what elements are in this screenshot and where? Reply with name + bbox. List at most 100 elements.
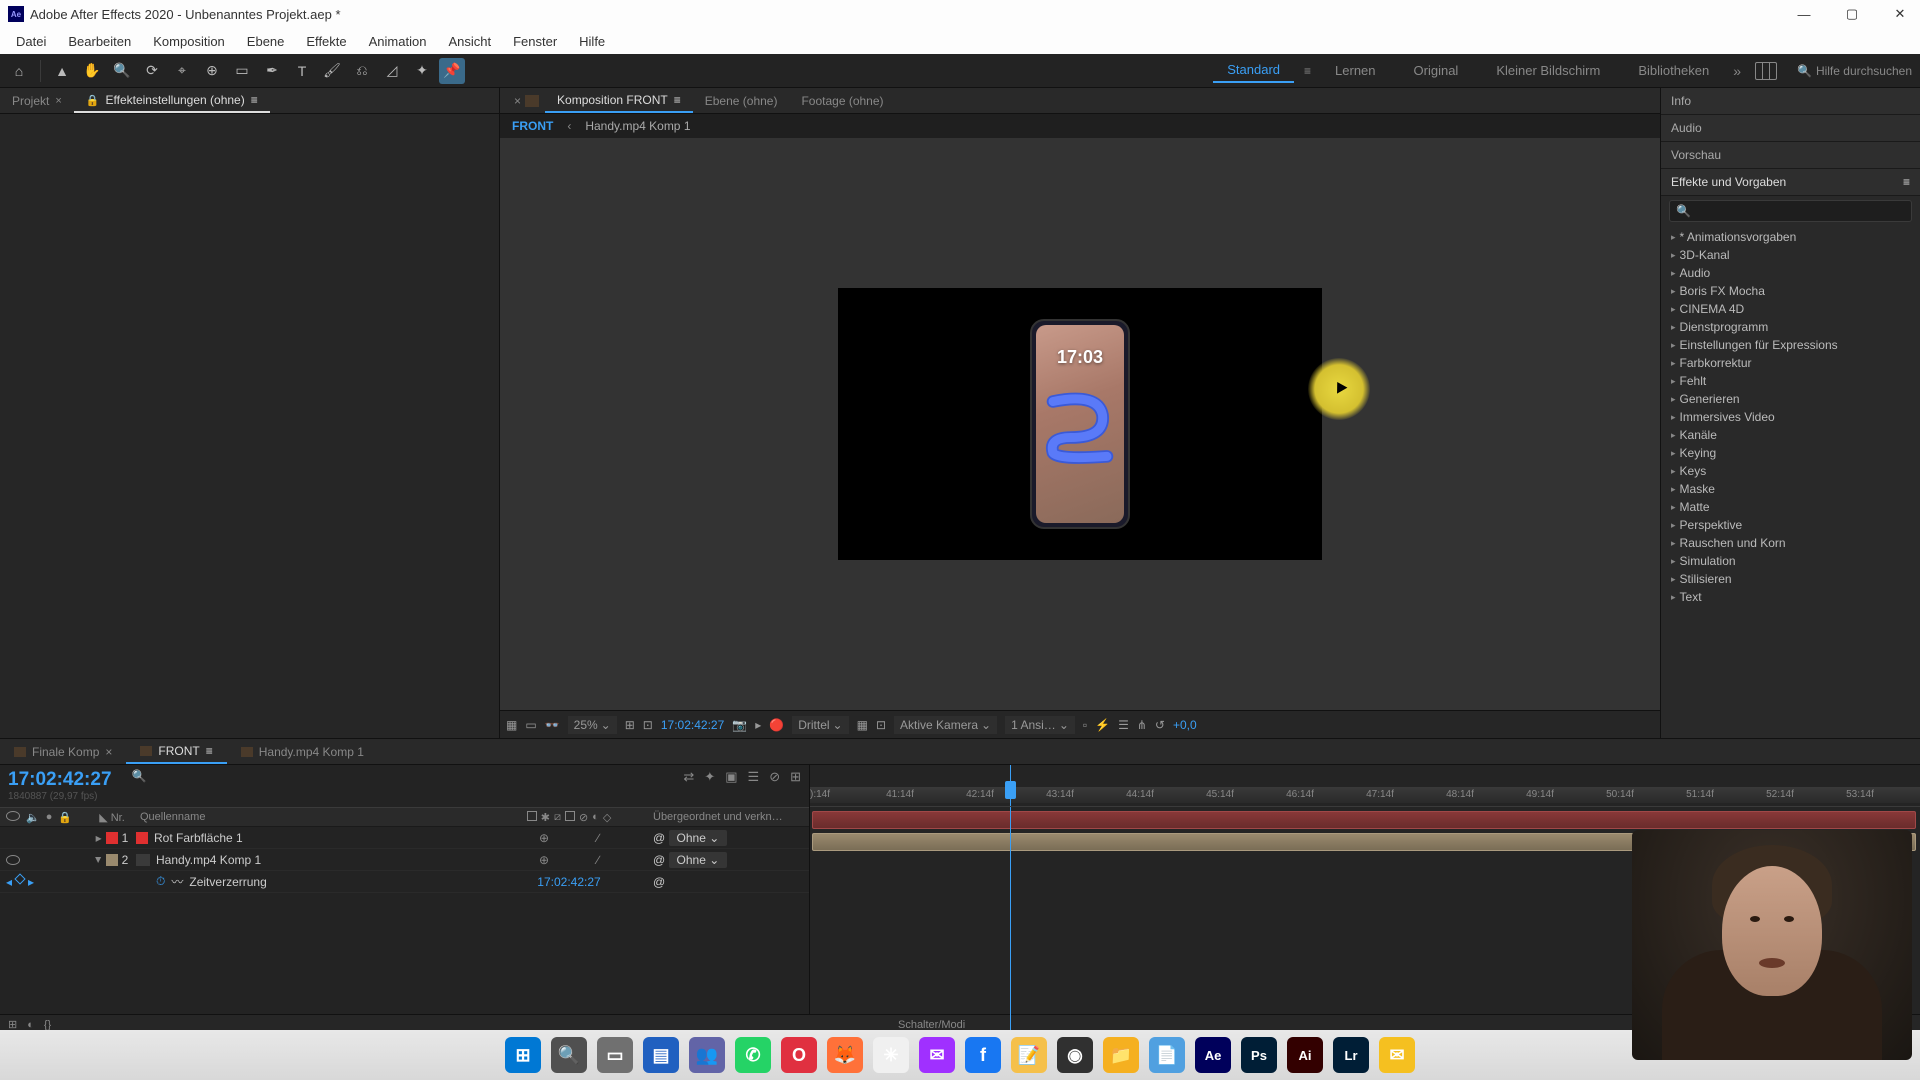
parent-select[interactable]: Ohne ⌄	[669, 830, 728, 846]
parent-pickwhip-icon[interactable]: @	[653, 853, 665, 867]
menu-datei[interactable]: Datei	[6, 32, 56, 51]
composition-tab[interactable]: Komposition FRONT ≡	[545, 89, 693, 113]
expand-icon[interactable]	[96, 831, 102, 845]
preview-panel-tab[interactable]: Vorschau	[1661, 142, 1920, 169]
menu-ebene[interactable]: Ebene	[237, 32, 295, 51]
text-tool-icon[interactable]: T	[289, 58, 315, 84]
effects-category[interactable]: ▸Kanäle	[1661, 426, 1920, 444]
region-icon[interactable]: ⊡	[876, 718, 886, 732]
menu-icon[interactable]: ≡	[251, 93, 258, 107]
adjust-icon[interactable]: ◐	[592, 811, 599, 824]
mask-icon[interactable]: ▭	[525, 718, 536, 732]
effects-category[interactable]: ▸Matte	[1661, 498, 1920, 516]
effects-category[interactable]: ▸Rauschen und Korn	[1661, 534, 1920, 552]
puppet-tool-icon[interactable]: 📌	[439, 58, 465, 84]
res-grid-icon[interactable]: ⊞	[625, 718, 635, 732]
effects-category[interactable]: ▸CINEMA 4D	[1661, 300, 1920, 318]
effects-category[interactable]: ▸Text	[1661, 588, 1920, 606]
time-ruler[interactable]: ):14f41:14f42:14f43:14f44:14f45:14f46:14…	[810, 765, 1920, 807]
footage-tab[interactable]: Footage (ohne)	[789, 90, 895, 112]
add-keyframe-icon[interactable]	[14, 873, 25, 884]
layer-tab[interactable]: Ebene (ohne)	[693, 90, 790, 112]
zoom-tool-icon[interactable]: 🔍	[109, 58, 135, 84]
switch-icon[interactable]	[565, 811, 575, 821]
flowchart-icon[interactable]: ⋔	[1137, 718, 1147, 732]
layer-name[interactable]: Handy.mp4 Komp 1	[156, 853, 261, 867]
zoom-select[interactable]: 25% ⌄	[568, 716, 617, 734]
taskbar-task-view[interactable]: ▭	[597, 1037, 633, 1073]
audio-panel-tab[interactable]: Audio	[1661, 115, 1920, 142]
effects-category[interactable]: ▸Fehlt	[1661, 372, 1920, 390]
effects-category[interactable]: ▸Einstellungen für Expressions	[1661, 336, 1920, 354]
workspace-kleiner[interactable]: Kleiner Bildschirm	[1482, 59, 1614, 82]
taskbar-files[interactable]: 📁	[1103, 1037, 1139, 1073]
layer-row-2[interactable]: 2 Handy.mp4 Komp 1 ⊕∕ @ Ohne ⌄	[0, 849, 809, 871]
graph-icon[interactable]: 〰	[171, 873, 183, 890]
home-icon[interactable]: ⌂	[6, 58, 32, 84]
transparency-icon[interactable]: ▦	[857, 718, 868, 732]
effects-search-input[interactable]: 🔍	[1669, 200, 1912, 222]
camera-select[interactable]: Aktive Kamera ⌄	[894, 716, 997, 734]
taskbar-facebook[interactable]: f	[965, 1037, 1001, 1073]
taskbar-after-effects[interactable]: Ae	[1195, 1037, 1231, 1073]
blend-icon[interactable]: ⧄	[554, 811, 561, 824]
switch-icon[interactable]	[527, 811, 537, 821]
anchor-tool-icon[interactable]: ⊕	[199, 58, 225, 84]
effects-category[interactable]: ▸3D-Kanal	[1661, 246, 1920, 264]
stopwatch-icon[interactable]: ⏱	[156, 874, 165, 889]
reset-exposure-icon[interactable]: ↺	[1155, 718, 1165, 732]
viewer-timecode[interactable]: 17:02:42:27	[661, 718, 724, 732]
workspace-lernen[interactable]: Lernen	[1321, 59, 1389, 82]
orbit-tool-icon[interactable]: ⟳	[139, 58, 165, 84]
next-key-icon[interactable]: ▸	[28, 875, 34, 889]
menu-ansicht[interactable]: Ansicht	[438, 32, 501, 51]
taskbar-notepad[interactable]: 📄	[1149, 1037, 1185, 1073]
3d-icon[interactable]: ◇	[603, 811, 611, 824]
taskbar-mail[interactable]: ✉	[1379, 1037, 1415, 1073]
playhead[interactable]	[1010, 765, 1011, 806]
workspace-bibliotheken[interactable]: Bibliotheken	[1624, 59, 1723, 82]
taskbar-opera[interactable]: O	[781, 1037, 817, 1073]
property-label[interactable]: Zeitverzerrung	[189, 875, 266, 889]
lock-icon[interactable]: 🔒	[58, 811, 72, 824]
timecode-nav-icon[interactable]: ⊡	[643, 718, 653, 732]
resolution-select[interactable]: Drittel ⌄	[792, 716, 848, 734]
close-icon[interactable]: ×	[510, 94, 525, 108]
composition-viewer[interactable]: 17:03	[500, 138, 1660, 710]
minimize-button[interactable]: —	[1792, 2, 1816, 26]
parent-select[interactable]: Ohne ⌄	[669, 852, 728, 868]
pixel-aspect-icon[interactable]: ▫	[1083, 718, 1087, 732]
taskbar-illustrator[interactable]: Ai	[1287, 1037, 1323, 1073]
current-timecode[interactable]: 17:02:42:27	[8, 769, 112, 791]
switches-modes-toggle[interactable]: Schalter/Modi	[61, 1019, 1802, 1031]
graph-editor-icon[interactable]: ⊞	[790, 769, 801, 785]
fast-preview-icon[interactable]: ⚡	[1095, 718, 1110, 732]
workspace-original[interactable]: Original	[1400, 59, 1473, 82]
layer-row-1[interactable]: 1 Rot Farbfläche 1 ⊕∕ @ Ohne ⌄	[0, 827, 809, 849]
taskbar-firefox[interactable]: 🦊	[827, 1037, 863, 1073]
visibility-toggle[interactable]	[6, 855, 20, 865]
layer-1-bar[interactable]	[812, 811, 1916, 829]
workspace-standard[interactable]: Standard	[1213, 58, 1294, 83]
effects-category[interactable]: ▸Immersives Video	[1661, 408, 1920, 426]
taskbar-explorer[interactable]: ▤	[643, 1037, 679, 1073]
channel-icon[interactable]: 👓	[545, 718, 560, 732]
playhead-line[interactable]	[1010, 807, 1011, 1033]
taskbar-lightroom[interactable]: Lr	[1333, 1037, 1369, 1073]
info-panel-tab[interactable]: Info	[1661, 88, 1920, 115]
menu-icon[interactable]: ≡	[674, 93, 681, 107]
effects-category[interactable]: ▸Generieren	[1661, 390, 1920, 408]
eraser-tool-icon[interactable]: ◿	[379, 58, 405, 84]
menu-bearbeiten[interactable]: Bearbeiten	[58, 32, 141, 51]
taskbar-search[interactable]: 🔍	[551, 1037, 587, 1073]
effects-category[interactable]: ▸Perspektive	[1661, 516, 1920, 534]
effects-tree[interactable]: ▸* Animationsvorgaben▸3D-Kanal▸Audio▸Bor…	[1661, 226, 1920, 738]
menu-hilfe[interactable]: Hilfe	[569, 32, 615, 51]
menu-komposition[interactable]: Komposition	[143, 32, 235, 51]
menu-effekte[interactable]: Effekte	[296, 32, 356, 51]
shy-col-icon[interactable]: ◣	[99, 812, 107, 824]
taskbar-whatsapp[interactable]: ✆	[735, 1037, 771, 1073]
timeline-icon[interactable]: ☰	[1118, 718, 1129, 732]
close-icon[interactable]: ×	[55, 95, 61, 107]
breadcrumb-front[interactable]: FRONT	[512, 119, 553, 133]
